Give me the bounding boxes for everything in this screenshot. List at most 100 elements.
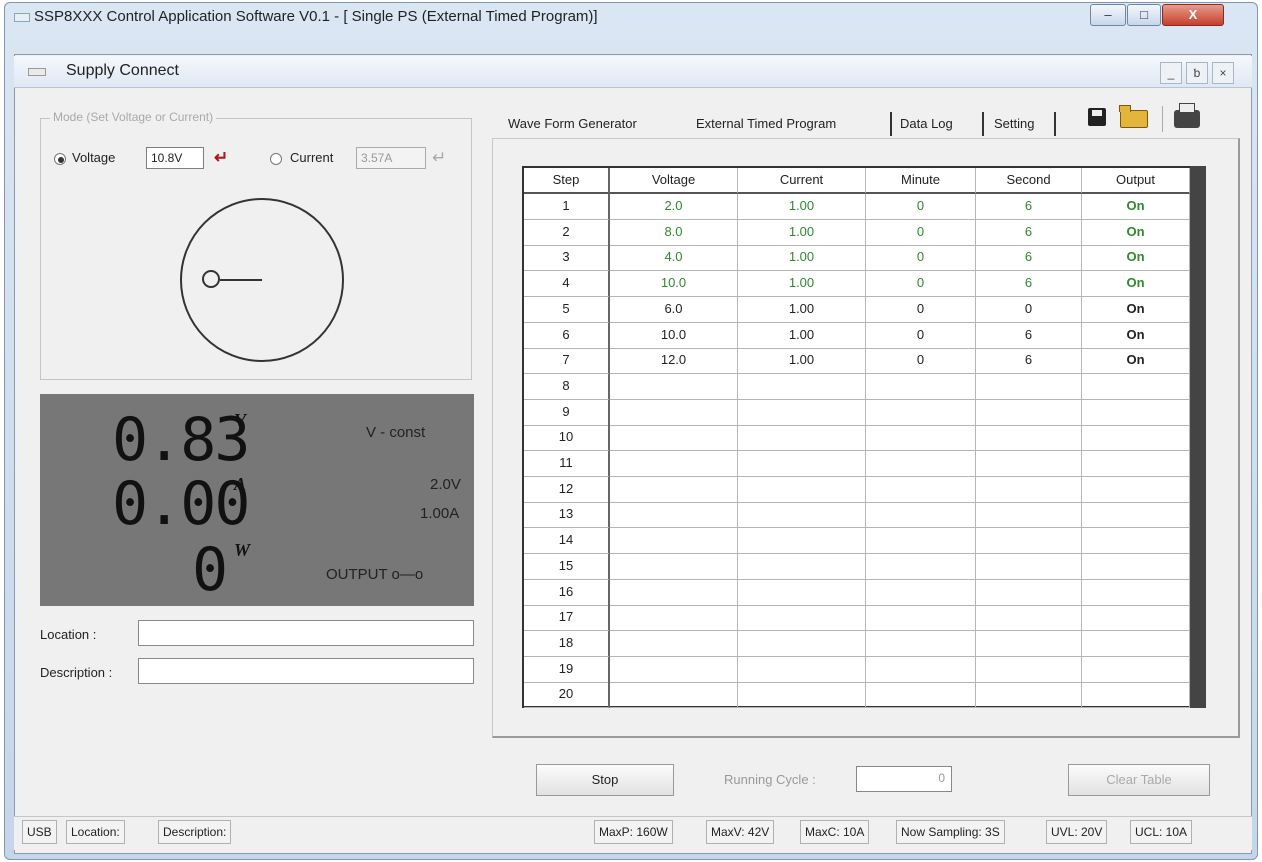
table-cell-current[interactable] <box>738 553 866 580</box>
table-row-step[interactable]: 5 <box>524 296 610 323</box>
table-row-step[interactable]: 1 <box>524 194 610 220</box>
table-cell-voltage[interactable] <box>610 528 738 555</box>
table-cell-voltage[interactable] <box>610 451 738 477</box>
tab-external-timed-program[interactable]: External Timed Program <box>696 116 836 131</box>
location-input[interactable] <box>138 620 474 646</box>
table-cell-voltage[interactable] <box>610 425 738 452</box>
table-cell-voltage[interactable] <box>610 502 738 529</box>
table-cell-second[interactable]: 6 <box>976 245 1082 272</box>
table-cell-voltage[interactable] <box>610 579 738 606</box>
table-cell-current[interactable] <box>738 605 866 632</box>
table-cell-second[interactable]: 6 <box>976 219 1082 246</box>
table-cell-minute[interactable]: 0 <box>866 194 976 220</box>
table-cell-output[interactable] <box>1082 682 1190 709</box>
voltage-set-field[interactable]: 10.8V <box>146 147 204 169</box>
table-header-second[interactable]: Second <box>976 168 1082 194</box>
table-cell-minute[interactable] <box>866 630 976 657</box>
table-cell-current[interactable] <box>738 528 866 555</box>
table-cell-output[interactable] <box>1082 502 1190 529</box>
table-cell-second[interactable] <box>976 553 1082 580</box>
table-cell-voltage[interactable] <box>610 373 738 400</box>
print-icon[interactable] <box>1174 103 1200 128</box>
table-cell-voltage[interactable]: 2.0 <box>610 194 738 220</box>
table-cell-voltage[interactable] <box>610 605 738 632</box>
table-cell-output[interactable] <box>1082 399 1190 426</box>
table-cell-second[interactable] <box>976 476 1082 503</box>
table-cell-current[interactable] <box>738 425 866 452</box>
table-row-step[interactable]: 11 <box>524 451 610 477</box>
table-cell-voltage[interactable]: 10.0 <box>610 271 738 298</box>
table-cell-minute[interactable] <box>866 656 976 683</box>
table-cell-voltage[interactable]: 12.0 <box>610 348 738 375</box>
table-cell-voltage[interactable]: 10.0 <box>610 322 738 349</box>
table-cell-minute[interactable]: 0 <box>866 296 976 323</box>
table-cell-voltage[interactable]: 8.0 <box>610 219 738 246</box>
table-header-voltage[interactable]: Voltage <box>610 168 738 194</box>
mdi-close-button[interactable]: × <box>1212 62 1234 84</box>
table-cell-second[interactable] <box>976 682 1082 709</box>
table-row-step[interactable]: 2 <box>524 219 610 246</box>
table-cell-minute[interactable] <box>866 605 976 632</box>
table-cell-second[interactable] <box>976 579 1082 606</box>
table-row-step[interactable]: 8 <box>524 373 610 400</box>
tab-setting[interactable]: Setting <box>994 116 1034 131</box>
table-cell-voltage[interactable]: 4.0 <box>610 245 738 272</box>
table-row-step[interactable]: 10 <box>524 425 610 452</box>
table-cell-current[interactable] <box>738 656 866 683</box>
table-scrollbar[interactable] <box>1190 166 1206 708</box>
table-cell-second[interactable] <box>976 605 1082 632</box>
table-cell-second[interactable] <box>976 528 1082 555</box>
table-cell-current[interactable] <box>738 630 866 657</box>
table-cell-second[interactable] <box>976 399 1082 426</box>
table-cell-output[interactable] <box>1082 425 1190 452</box>
table-row-step[interactable]: 20 <box>524 682 610 709</box>
table-cell-current[interactable] <box>738 373 866 400</box>
table-cell-minute[interactable]: 0 <box>866 271 976 298</box>
table-row-step[interactable]: 17 <box>524 605 610 632</box>
table-cell-current[interactable]: 1.00 <box>738 296 866 323</box>
table-row-step[interactable]: 6 <box>524 322 610 349</box>
close-button[interactable]: X <box>1162 4 1224 26</box>
stop-button[interactable]: Stop <box>536 764 674 796</box>
table-cell-minute[interactable] <box>866 553 976 580</box>
minimize-button[interactable]: – <box>1090 4 1126 26</box>
table-row-step[interactable]: 3 <box>524 245 610 272</box>
table-header-output[interactable]: Output <box>1082 168 1190 194</box>
table-cell-current[interactable]: 1.00 <box>738 245 866 272</box>
mdi-minimize-button[interactable]: _ <box>1160 62 1182 84</box>
table-row-step[interactable]: 14 <box>524 528 610 555</box>
table-cell-current[interactable] <box>738 451 866 477</box>
table-cell-output[interactable]: On <box>1082 348 1190 375</box>
table-cell-minute[interactable] <box>866 528 976 555</box>
table-cell-current[interactable] <box>738 682 866 709</box>
table-cell-current[interactable] <box>738 579 866 606</box>
table-cell-second[interactable]: 6 <box>976 322 1082 349</box>
table-cell-current[interactable]: 1.00 <box>738 219 866 246</box>
dial-knob-icon[interactable] <box>202 270 220 288</box>
clear-table-button[interactable]: Clear Table <box>1068 764 1210 796</box>
voltage-radio[interactable] <box>54 153 66 165</box>
table-cell-output[interactable]: On <box>1082 194 1190 220</box>
current-set-field[interactable]: 3.57A <box>356 147 426 169</box>
table-cell-current[interactable] <box>738 399 866 426</box>
table-cell-minute[interactable]: 0 <box>866 322 976 349</box>
tab-data-log[interactable]: Data Log <box>900 116 953 131</box>
enter-arrow-icon[interactable]: ↵ <box>214 148 228 168</box>
table-cell-minute[interactable] <box>866 451 976 477</box>
table-cell-second[interactable] <box>976 656 1082 683</box>
table-cell-voltage[interactable] <box>610 553 738 580</box>
enter-arrow-icon[interactable]: ↵ <box>432 148 446 168</box>
table-cell-second[interactable] <box>976 502 1082 529</box>
table-row-step[interactable]: 7 <box>524 348 610 375</box>
table-cell-minute[interactable] <box>866 425 976 452</box>
table-row-step[interactable]: 4 <box>524 271 610 298</box>
table-cell-output[interactable]: On <box>1082 296 1190 323</box>
table-row-step[interactable]: 16 <box>524 579 610 606</box>
mdi-restore-button[interactable]: ƅ <box>1186 62 1208 84</box>
table-cell-minute[interactable] <box>866 579 976 606</box>
table-cell-current[interactable]: 1.00 <box>738 348 866 375</box>
open-folder-icon[interactable] <box>1119 105 1148 128</box>
description-input[interactable] <box>138 658 474 684</box>
table-cell-voltage[interactable] <box>610 399 738 426</box>
table-cell-current[interactable] <box>738 502 866 529</box>
